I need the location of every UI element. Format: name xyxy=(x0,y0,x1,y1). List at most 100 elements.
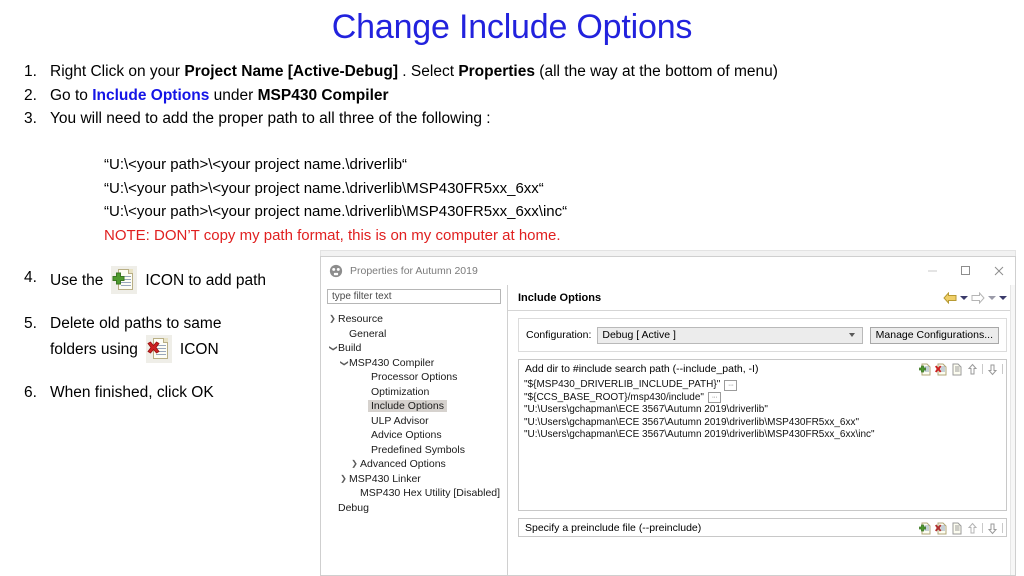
tree-item-label: Build xyxy=(338,342,362,355)
tree-item-build[interactable]: ❯ Build xyxy=(327,341,501,356)
toolbar-divider-2 xyxy=(1002,364,1003,374)
chevron-down-icon[interactable]: ❯ xyxy=(325,343,340,354)
manage-configurations-button[interactable]: Manage Configurations... xyxy=(869,326,999,344)
tree-item-advanced-options[interactable]: ❯ Advanced Options xyxy=(327,457,501,472)
tree-item-predefined-symbols[interactable]: Predefined Symbols xyxy=(327,443,501,458)
dialog-title: Properties for Autumn 2019 xyxy=(350,264,478,277)
minimize-button[interactable] xyxy=(916,257,949,284)
dialog-titlebar[interactable]: Properties for Autumn 2019 xyxy=(321,257,1015,285)
include-path-item-text: "U:\Users\gchapman\ECE 3567\Autumn 2019\… xyxy=(524,404,768,416)
forward-arrow-icon[interactable] xyxy=(971,291,985,304)
step-4-number: 4. xyxy=(24,269,37,286)
text-run: MSP430 Compiler xyxy=(257,86,389,104)
tree-item-label: MSP430 Compiler xyxy=(349,356,435,369)
text-run: Properties xyxy=(458,63,535,80)
text-run: Go to xyxy=(50,86,93,104)
text-run: Project Name [Active-Debug] xyxy=(184,63,398,80)
include-path-item[interactable]: "U:\Users\gchapman\ECE 3567\Autumn 2019\… xyxy=(524,429,1006,442)
include-path-item[interactable]: "${MSP430_DRIVERLIB_INCLUDE_PATH}" ··· xyxy=(524,379,1006,392)
step-1: 1. Right Click on your Project Name [Acti… xyxy=(24,60,924,84)
filter-input[interactable]: type filter text xyxy=(327,289,501,304)
tree-item-label: Processor Options xyxy=(371,371,458,384)
tree-item-label: MSP430 Hex Utility [Disabled] xyxy=(360,487,501,500)
include-path-item[interactable]: "${CCS_BASE_ROOT}/msp430/include" ··· xyxy=(524,392,1006,405)
tree-item-optimization[interactable]: Optimization xyxy=(327,385,501,400)
tree-item-label: Resource xyxy=(338,313,383,326)
steps-list-top: 1. Right Click on your Project Name [Acti… xyxy=(24,60,924,131)
step-5-text-after: ICON xyxy=(179,340,219,358)
include-path-item-text: "${MSP430_DRIVERLIB_INCLUDE_PATH}" xyxy=(524,379,721,390)
back-dropdown-caret-icon[interactable] xyxy=(960,295,968,300)
text-run: (all the way at the bottom of menu) xyxy=(534,63,778,80)
close-icon xyxy=(994,266,1003,275)
page-header: Include Options xyxy=(508,285,1015,311)
close-button[interactable] xyxy=(982,257,1015,284)
chevron-down-icon[interactable]: ❯ xyxy=(336,357,351,368)
maximize-button[interactable] xyxy=(949,257,982,284)
tree-item-label: Predefined Symbols xyxy=(371,443,465,456)
tree-item-msp430-hex-utility-disabled[interactable]: MSP430 Hex Utility [Disabled] xyxy=(327,486,501,501)
tree-item-processor-options[interactable]: Processor Options xyxy=(327,370,501,385)
chevron-right-icon[interactable]: ❯ xyxy=(327,312,338,327)
step-1-text: Right Click on your Project Name [Active… xyxy=(50,60,924,84)
page-menu-caret-icon[interactable] xyxy=(999,295,1007,300)
move-up-icon[interactable] xyxy=(966,363,979,376)
tree-item-msp430-linker[interactable]: ❯ MSP430 Linker xyxy=(327,472,501,487)
tree-item-resource[interactable]: ❯ Resource xyxy=(327,312,501,327)
steps-list-bottom: 4. Use the ICON to add path 5. Delete ol… xyxy=(24,266,324,404)
include-path-item-text: "${CCS_BASE_ROOT}/msp430/include" xyxy=(524,391,704,403)
chevron-down-icon xyxy=(848,333,855,337)
include-path-item[interactable]: "U:\Users\gchapman\ECE 3567\Autumn 2019\… xyxy=(524,404,1006,417)
tree-item-general[interactable]: General xyxy=(327,327,501,342)
variable-chip-icon: ··· xyxy=(724,379,738,391)
text-run: Right Click on your xyxy=(50,63,185,80)
configuration-select[interactable]: Debug [ Active ] xyxy=(597,326,863,344)
page-nav-arrows xyxy=(943,291,1007,304)
tree-item-label: Optimization xyxy=(371,385,430,398)
forward-dropdown-caret-icon[interactable] xyxy=(988,295,996,300)
tree-item-include-options[interactable]: Include Options xyxy=(327,399,501,414)
toolbar-divider-2 xyxy=(1002,523,1003,533)
dialog-scroll-edge xyxy=(1010,285,1015,575)
preinclude-toolbar xyxy=(918,522,1003,535)
settings-tree: ❯ Resource General ❯ Build ❯ MSP430 Compiler Pr… xyxy=(327,312,501,515)
move-down-icon[interactable] xyxy=(986,363,999,376)
tree-item-debug[interactable]: Debug xyxy=(327,501,501,516)
move-down-icon[interactable] xyxy=(986,522,999,535)
chevron-right-icon[interactable]: ❯ xyxy=(338,472,349,487)
move-up-icon[interactable] xyxy=(966,522,979,535)
add-icon[interactable] xyxy=(918,522,931,535)
step-3-text: You will need to add the proper path to … xyxy=(50,107,924,131)
delete-icon[interactable] xyxy=(934,522,947,535)
edit-icon[interactable] xyxy=(950,363,963,376)
toolbar-divider xyxy=(982,523,983,533)
tree-item-advice-options[interactable]: Advice Options xyxy=(327,428,501,443)
path-line-3: “U:\<your path>\<your project name.\driv… xyxy=(104,203,568,220)
step-5-line1: Delete old paths to same xyxy=(50,315,222,332)
include-path-list[interactable]: "${MSP430_DRIVERLIB_INCLUDE_PATH}" ··· "${… xyxy=(519,378,1006,442)
step-3-number: 3. xyxy=(24,110,37,127)
step-5: 5. Delete old paths to same folders usin… xyxy=(24,312,324,363)
page-title: Change Include Options xyxy=(331,8,693,46)
back-arrow-icon[interactable] xyxy=(943,291,957,304)
delete-icon[interactable] xyxy=(934,363,947,376)
text-run: You will need to add the proper path to … xyxy=(50,110,491,127)
tree-item-label: Advanced Options xyxy=(360,458,446,471)
tree-item-label: Include Options xyxy=(368,400,447,413)
dialog-left-pane: type filter text ❯ Resource General ❯ Build ❯… xyxy=(321,285,507,575)
tree-item-ulp-advisor[interactable]: ULP Advisor xyxy=(327,414,501,429)
include-path-item[interactable]: "U:\Users\gchapman\ECE 3567\Autumn 2019\… xyxy=(524,417,1006,430)
step-6-number: 6. xyxy=(24,384,37,401)
window-controls xyxy=(916,257,1015,284)
add-icon[interactable] xyxy=(918,363,931,376)
ccs-app-icon xyxy=(329,264,343,277)
include-path-header: Add dir to #include search path (--inclu… xyxy=(519,360,1006,378)
maximize-icon xyxy=(961,266,970,275)
tree-item-msp430-compiler[interactable]: ❯ MSP430 Compiler xyxy=(327,356,501,371)
edit-icon[interactable] xyxy=(950,522,963,535)
preinclude-title: Specify a preinclude file (--preinclude) xyxy=(525,522,702,534)
include-path-item-text: "U:\Users\gchapman\ECE 3567\Autumn 2019\… xyxy=(524,429,875,441)
tree-item-label: Advice Options xyxy=(371,429,442,442)
chevron-right-icon[interactable]: ❯ xyxy=(349,457,360,472)
text-run: Include Options xyxy=(92,86,210,104)
